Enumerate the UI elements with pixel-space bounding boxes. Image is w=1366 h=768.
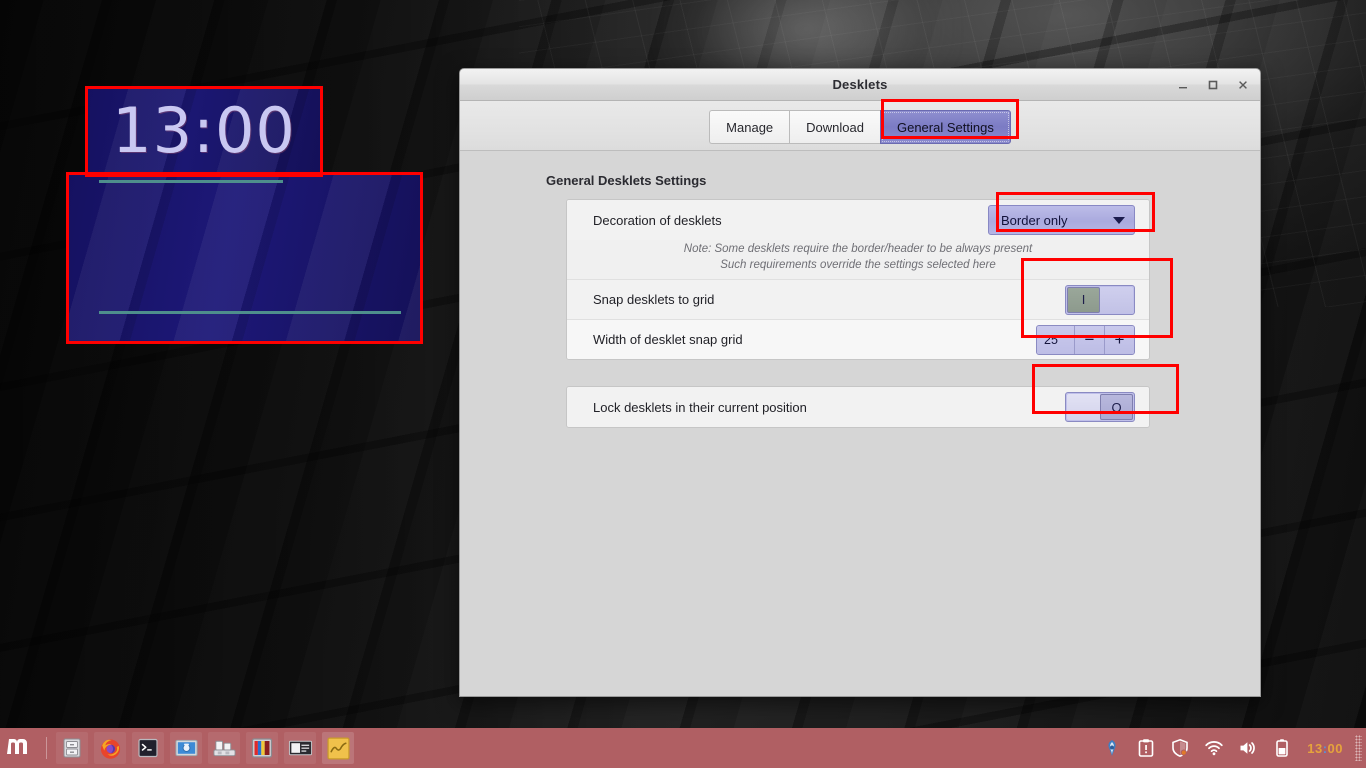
speaker-icon[interactable] [1233, 733, 1263, 763]
settings-frame-lock: Lock desklets in their current position … [566, 386, 1150, 429]
firefox-launcher[interactable] [94, 732, 126, 764]
wifi-icon[interactable] [1199, 733, 1229, 763]
desklet-rule-top [99, 180, 283, 183]
settings-frame-primary: Decoration of desklets Border only Note:… [566, 199, 1150, 361]
row-width-of-desklet-snap-grid: Width of desklet snap grid 25 − + [567, 319, 1149, 360]
desklet-time-label: 13:00 [112, 94, 296, 167]
shield-swirl-icon[interactable] [1097, 733, 1127, 763]
desklets-window[interactable]: Desklets Manage Download General Setting… [459, 68, 1261, 697]
terminal-launcher[interactable] [132, 732, 164, 764]
panel-clock[interactable]: 13:00 [1299, 741, 1351, 756]
text-editor-launcher[interactable] [284, 732, 316, 764]
snap-toggle-on-mark: I [1081, 292, 1086, 308]
tab-list: Manage Download General Settings [709, 110, 1011, 144]
window-title: Desklets [832, 77, 888, 92]
tab-download[interactable]: Download [789, 110, 880, 144]
row-lock-desklets: Lock desklets in their current position … [567, 387, 1149, 428]
tab-manage[interactable]: Manage [709, 110, 790, 144]
clock-hours: 13 [1307, 740, 1323, 756]
decoration-dropdown[interactable]: Border only [988, 205, 1135, 235]
shield-icon[interactable] [1165, 733, 1195, 763]
window-tabstrip: Manage Download General Settings [460, 101, 1260, 151]
notes-launcher[interactable] [322, 732, 354, 764]
panel-separator [46, 737, 47, 759]
mint-menu-button[interactable] [0, 728, 40, 768]
snap-width-control-cell: 25 − + [1036, 324, 1135, 355]
screenshot-launcher[interactable] [170, 732, 202, 764]
snap-width-increment-button[interactable]: + [1104, 325, 1134, 354]
window-controls [1174, 69, 1252, 100]
window-titlebar[interactable]: Desklets [460, 69, 1260, 101]
snap-toggle-knob: I [1067, 286, 1100, 313]
snap-width-stepper[interactable]: 25 − + [1036, 324, 1135, 355]
image-viewer-launcher[interactable] [246, 732, 278, 764]
lock-control-cell: O [1065, 392, 1135, 423]
lock-toggle[interactable]: O [1065, 392, 1135, 423]
snap-toggle-track-off [1099, 286, 1133, 313]
tab-general-settings[interactable]: General Settings [879, 110, 1011, 144]
decoration-note-line-2: Such requirements override the settings … [720, 258, 996, 271]
lock-label: Lock desklets in their current position [593, 399, 807, 415]
snap-label: Snap desklets to grid [593, 292, 715, 308]
section-title: General Desklets Settings [546, 173, 707, 188]
snap-width-label: Width of desklet snap grid [593, 332, 743, 348]
software-manager-launcher[interactable] [208, 732, 240, 764]
decoration-note: Note: Some desklets require the border/h… [567, 240, 1149, 280]
battery-icon[interactable] [1267, 733, 1297, 763]
snap-width-value[interactable]: 25 [1037, 325, 1075, 354]
snap-width-decrement-button[interactable]: − [1075, 325, 1104, 354]
chevron-down-icon [1113, 216, 1125, 224]
close-icon[interactable] [1234, 76, 1252, 94]
clock-minutes: 00 [1327, 740, 1343, 756]
panel-grip-handle[interactable] [1355, 735, 1362, 761]
taskbar-panel: 13:00 [0, 728, 1366, 768]
lock-toggle-off-mark: O [1111, 399, 1122, 415]
row-snap-desklets-to-grid: Snap desklets to grid I [567, 279, 1149, 320]
decoration-label: Decoration of desklets [593, 212, 722, 228]
snap-control-cell: I [1065, 284, 1135, 315]
screen: 13:00 Desklets Manage Download General S… [0, 0, 1366, 768]
desklet-header[interactable]: 13:00 [85, 87, 323, 175]
desklet-rule-bottom [99, 311, 401, 314]
system-tray: 13:00 [1095, 733, 1366, 763]
snap-toggle[interactable]: I [1065, 284, 1135, 315]
files-launcher[interactable] [56, 732, 88, 764]
minimize-icon[interactable] [1174, 76, 1192, 94]
lock-toggle-track-on [1067, 394, 1101, 421]
decoration-dropdown-value: Border only [1001, 212, 1068, 228]
maximize-icon[interactable] [1204, 76, 1222, 94]
lock-toggle-knob: O [1100, 394, 1133, 421]
panel-left-section [0, 728, 357, 768]
window-content: General Desklets Settings Decoration of … [460, 151, 1260, 696]
decoration-note-line-1: Note: Some desklets require the border/h… [683, 243, 1033, 255]
decoration-control-cell: Border only [988, 205, 1135, 235]
clipboard-icon[interactable] [1131, 733, 1161, 763]
row-decoration-of-desklets: Decoration of desklets Border only [567, 200, 1149, 240]
desklet-body[interactable] [66, 172, 422, 344]
